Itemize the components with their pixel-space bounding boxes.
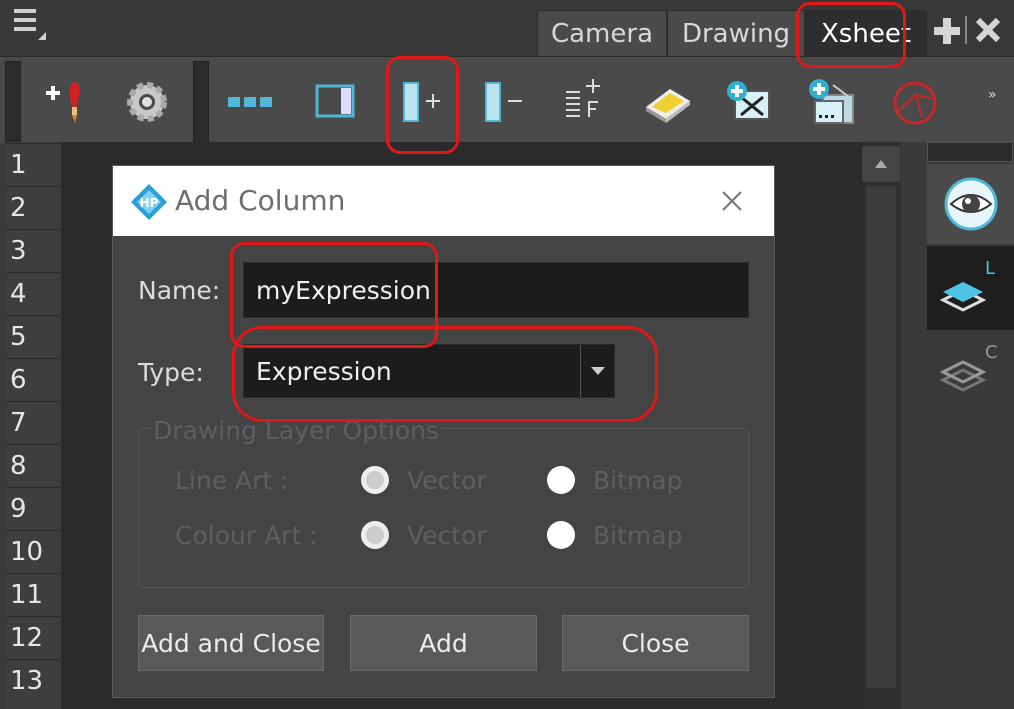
show-thumbnails-icon[interactable] bbox=[224, 75, 278, 129]
colour-art-vector-radio[interactable] bbox=[361, 521, 389, 549]
layers-c-icon bbox=[939, 360, 987, 392]
close-dialog-icon[interactable] bbox=[721, 190, 743, 212]
layer-l-button[interactable]: L bbox=[927, 246, 1014, 330]
xsheet-row-numbers: 1 2 3 4 5 6 7 8 9 10 11 12 13 bbox=[6, 142, 61, 709]
row-number: 3 bbox=[6, 229, 61, 271]
row-number: 10 bbox=[6, 530, 61, 572]
toolbar-overflow-button[interactable]: » bbox=[988, 87, 997, 103]
row-number: 2 bbox=[6, 186, 61, 228]
import-images-icon[interactable] bbox=[722, 75, 776, 129]
type-select-value: Expression bbox=[256, 356, 392, 386]
colour-art-bitmap-label: Bitmap bbox=[593, 521, 683, 550]
xsheet-toolbar: » bbox=[0, 56, 1014, 143]
line-art-vector-label: Vector bbox=[407, 466, 487, 495]
type-select[interactable]: Expression bbox=[243, 344, 615, 398]
layer-side-panel: L C bbox=[903, 142, 1014, 709]
scroll-up-arrow-icon[interactable] bbox=[862, 146, 900, 182]
tab-camera[interactable]: Camera bbox=[537, 10, 667, 56]
line-art-vector-radio[interactable] bbox=[361, 466, 389, 494]
layer-l-label: L bbox=[985, 258, 996, 279]
hamburger-menu-icon[interactable] bbox=[12, 6, 46, 42]
row-number: 11 bbox=[6, 573, 61, 615]
close-view-icon[interactable] bbox=[974, 16, 1002, 44]
dialog-title-bar[interactable]: HP Add Column bbox=[113, 166, 774, 236]
type-label: Type: bbox=[138, 358, 204, 387]
row-number: 13 bbox=[6, 659, 61, 701]
row-number: 8 bbox=[6, 444, 61, 486]
toolbar-grip[interactable] bbox=[5, 61, 21, 143]
colour-art-label: Colour Art : bbox=[175, 521, 318, 550]
panel-header-strip bbox=[927, 142, 1013, 162]
view-tab-bar: Camera Drawing Xsheet bbox=[0, 0, 1014, 56]
add-drawing-icon[interactable] bbox=[40, 75, 94, 129]
layers-l-icon bbox=[939, 282, 987, 312]
scan-icon[interactable] bbox=[640, 75, 694, 129]
row-number: 12 bbox=[6, 616, 61, 658]
name-input[interactable]: myExpression bbox=[243, 262, 749, 318]
svg-text:HP: HP bbox=[140, 196, 159, 210]
row-number: 9 bbox=[6, 487, 61, 529]
close-button[interactable]: Close bbox=[562, 615, 749, 671]
row-number: 7 bbox=[6, 401, 61, 443]
add-button[interactable]: Add bbox=[350, 615, 537, 671]
tab-divider bbox=[965, 16, 967, 44]
line-art-label: Line Art : bbox=[175, 466, 289, 495]
dialog-title: Add Column bbox=[175, 184, 346, 217]
row-number: 6 bbox=[6, 358, 61, 400]
chevron-down-icon[interactable] bbox=[580, 345, 615, 397]
name-label: Name: bbox=[138, 276, 221, 305]
colour-art-bitmap-radio[interactable] bbox=[547, 521, 575, 549]
row-number: 1 bbox=[6, 143, 61, 185]
layer-c-button[interactable]: C bbox=[927, 332, 1014, 412]
layer-properties-gear-icon[interactable] bbox=[120, 75, 174, 129]
tab-drawing[interactable]: Drawing bbox=[667, 10, 805, 56]
row-number: 4 bbox=[6, 272, 61, 314]
drawing-layer-options-group bbox=[138, 428, 749, 588]
show-hide-eye-button[interactable] bbox=[927, 164, 1014, 244]
toolbar-grip-2[interactable] bbox=[193, 61, 209, 143]
row-number: 5 bbox=[6, 315, 61, 357]
add-frames-icon[interactable] bbox=[558, 75, 612, 129]
add-column-icon[interactable] bbox=[394, 75, 448, 129]
layer-c-label: C bbox=[985, 342, 998, 363]
onion-skin-icon[interactable] bbox=[888, 75, 942, 129]
import-to-column-icon[interactable] bbox=[804, 75, 858, 129]
harmony-app-icon: HP bbox=[131, 184, 167, 220]
scrollbar-thumb[interactable] bbox=[866, 186, 896, 688]
toggle-column-icon[interactable] bbox=[308, 75, 362, 129]
colour-art-vector-label: Vector bbox=[407, 521, 487, 550]
tab-xsheet[interactable]: Xsheet bbox=[805, 10, 927, 56]
line-art-bitmap-label: Bitmap bbox=[593, 466, 683, 495]
add-and-close-button[interactable]: Add and Close bbox=[138, 615, 324, 671]
drawing-layer-options-title: Drawing Layer Options bbox=[151, 416, 442, 445]
add-view-icon[interactable] bbox=[932, 16, 962, 46]
add-column-dialog: HP Add Column Name: myExpression Type: E… bbox=[112, 165, 775, 698]
eye-icon bbox=[944, 177, 997, 231]
line-art-bitmap-radio[interactable] bbox=[547, 466, 575, 494]
delete-column-icon[interactable] bbox=[476, 75, 530, 129]
